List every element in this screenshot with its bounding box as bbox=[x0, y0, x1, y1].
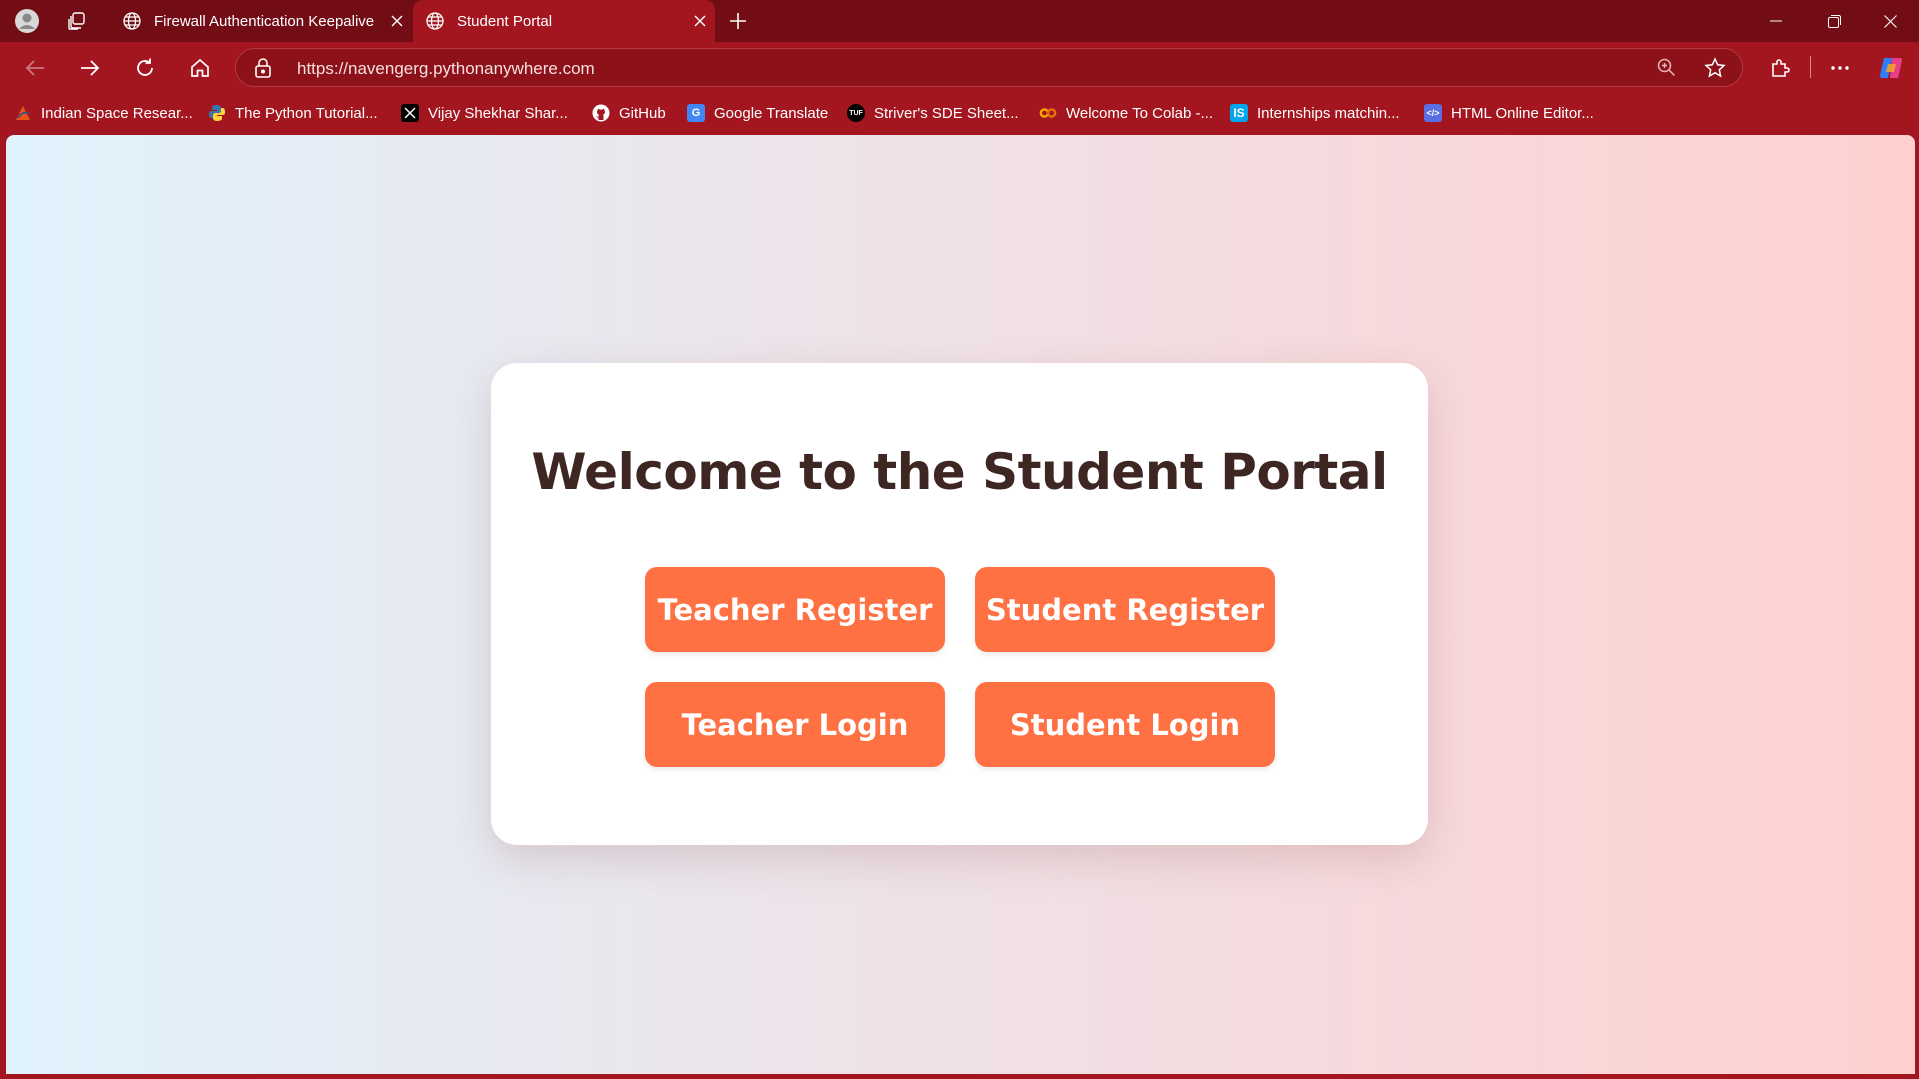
copilot-icon[interactable] bbox=[1874, 50, 1910, 86]
minimize-icon[interactable] bbox=[1747, 0, 1805, 42]
bookmark-strivers-sde[interactable]: TUF Striver's SDE Sheet... bbox=[847, 101, 1019, 125]
tab-student-portal[interactable]: Student Portal bbox=[413, 0, 715, 42]
address-bar[interactable]: https://navengerg.pythonanywhere.com bbox=[235, 48, 1743, 87]
tuf-icon: TUF bbox=[847, 104, 865, 122]
portal-card: Welcome to the Student Portal Teacher Re… bbox=[491, 363, 1428, 845]
colab-icon bbox=[1039, 104, 1057, 122]
python-icon bbox=[208, 104, 226, 122]
close-tab-icon[interactable] bbox=[382, 15, 412, 27]
extensions-icon[interactable] bbox=[1762, 50, 1798, 86]
navigation-bar: https://navengerg.pythonanywhere.com bbox=[0, 42, 1919, 93]
tab-firewall-auth[interactable]: Firewall Authentication Keepalive bbox=[110, 0, 412, 42]
zoom-icon[interactable] bbox=[1656, 57, 1676, 77]
bookmark-html-editor[interactable]: </> HTML Online Editor... bbox=[1424, 101, 1594, 125]
internshala-icon: IS bbox=[1230, 104, 1248, 122]
x-icon bbox=[401, 104, 419, 122]
google-translate-icon: G bbox=[687, 104, 705, 122]
home-icon[interactable] bbox=[182, 50, 218, 86]
bookmark-label: The Python Tutorial... bbox=[235, 104, 378, 122]
restore-icon[interactable] bbox=[1805, 0, 1863, 42]
tab-title: Firewall Authentication Keepalive bbox=[154, 12, 375, 30]
url-text[interactable]: https://navengerg.pythonanywhere.com bbox=[297, 59, 595, 79]
bookmark-python-tutorial[interactable]: The Python Tutorial... bbox=[208, 101, 378, 125]
globe-icon bbox=[425, 11, 445, 31]
bookmark-internships[interactable]: IS Internships matchin... bbox=[1230, 101, 1400, 125]
bookmark-label: Striver's SDE Sheet... bbox=[874, 104, 1019, 122]
teacher-login-button[interactable]: Teacher Login bbox=[645, 682, 945, 767]
bookmark-google-translate[interactable]: G Google Translate bbox=[687, 101, 828, 125]
bookmark-label: Internships matchin... bbox=[1257, 104, 1400, 122]
github-icon bbox=[592, 104, 610, 122]
lock-icon[interactable] bbox=[254, 58, 272, 78]
page-title: Welcome to the Student Portal bbox=[531, 443, 1388, 501]
bookmark-label: Vijay Shekhar Shar... bbox=[428, 104, 568, 122]
isro-icon bbox=[14, 104, 32, 122]
html-editor-icon: </> bbox=[1424, 104, 1442, 122]
workspaces-icon[interactable] bbox=[62, 7, 92, 35]
bookmark-label: HTML Online Editor... bbox=[1451, 104, 1594, 122]
student-register-button[interactable]: Student Register bbox=[975, 567, 1275, 652]
teacher-register-button[interactable]: Teacher Register bbox=[645, 567, 945, 652]
favorite-star-icon[interactable] bbox=[1704, 57, 1726, 79]
reload-icon[interactable] bbox=[127, 50, 163, 86]
page-viewport: Welcome to the Student Portal Teacher Re… bbox=[6, 135, 1915, 1074]
bookmark-label: Indian Space Resear... bbox=[41, 104, 193, 122]
toolbar-divider bbox=[1810, 56, 1811, 78]
close-window-icon[interactable] bbox=[1861, 0, 1919, 42]
close-tab-icon[interactable] bbox=[685, 15, 715, 27]
new-tab-icon[interactable] bbox=[723, 7, 753, 35]
bookmarks-bar: Indian Space Resear... The Python Tutori… bbox=[0, 93, 1919, 133]
profile-avatar-icon[interactable] bbox=[12, 7, 42, 35]
bookmark-label: GitHub bbox=[619, 104, 666, 122]
tab-title: Student Portal bbox=[457, 12, 553, 30]
forward-icon[interactable] bbox=[72, 50, 108, 86]
bookmark-label: Google Translate bbox=[714, 104, 829, 122]
bookmark-vijay-shekhar[interactable]: Vijay Shekhar Shar... bbox=[401, 101, 568, 125]
bookmark-isro[interactable]: Indian Space Resear... bbox=[14, 101, 193, 125]
bookmark-colab[interactable]: Welcome To Colab -... bbox=[1039, 101, 1213, 125]
globe-icon bbox=[122, 11, 142, 31]
bookmark-label: Welcome To Colab -... bbox=[1066, 104, 1214, 122]
back-icon[interactable] bbox=[17, 50, 53, 86]
more-options-icon[interactable] bbox=[1822, 50, 1858, 86]
bookmark-github[interactable]: GitHub bbox=[592, 101, 666, 125]
student-login-button[interactable]: Student Login bbox=[975, 682, 1275, 767]
tab-strip: Firewall Authentication Keepalive Studen… bbox=[0, 0, 1919, 42]
